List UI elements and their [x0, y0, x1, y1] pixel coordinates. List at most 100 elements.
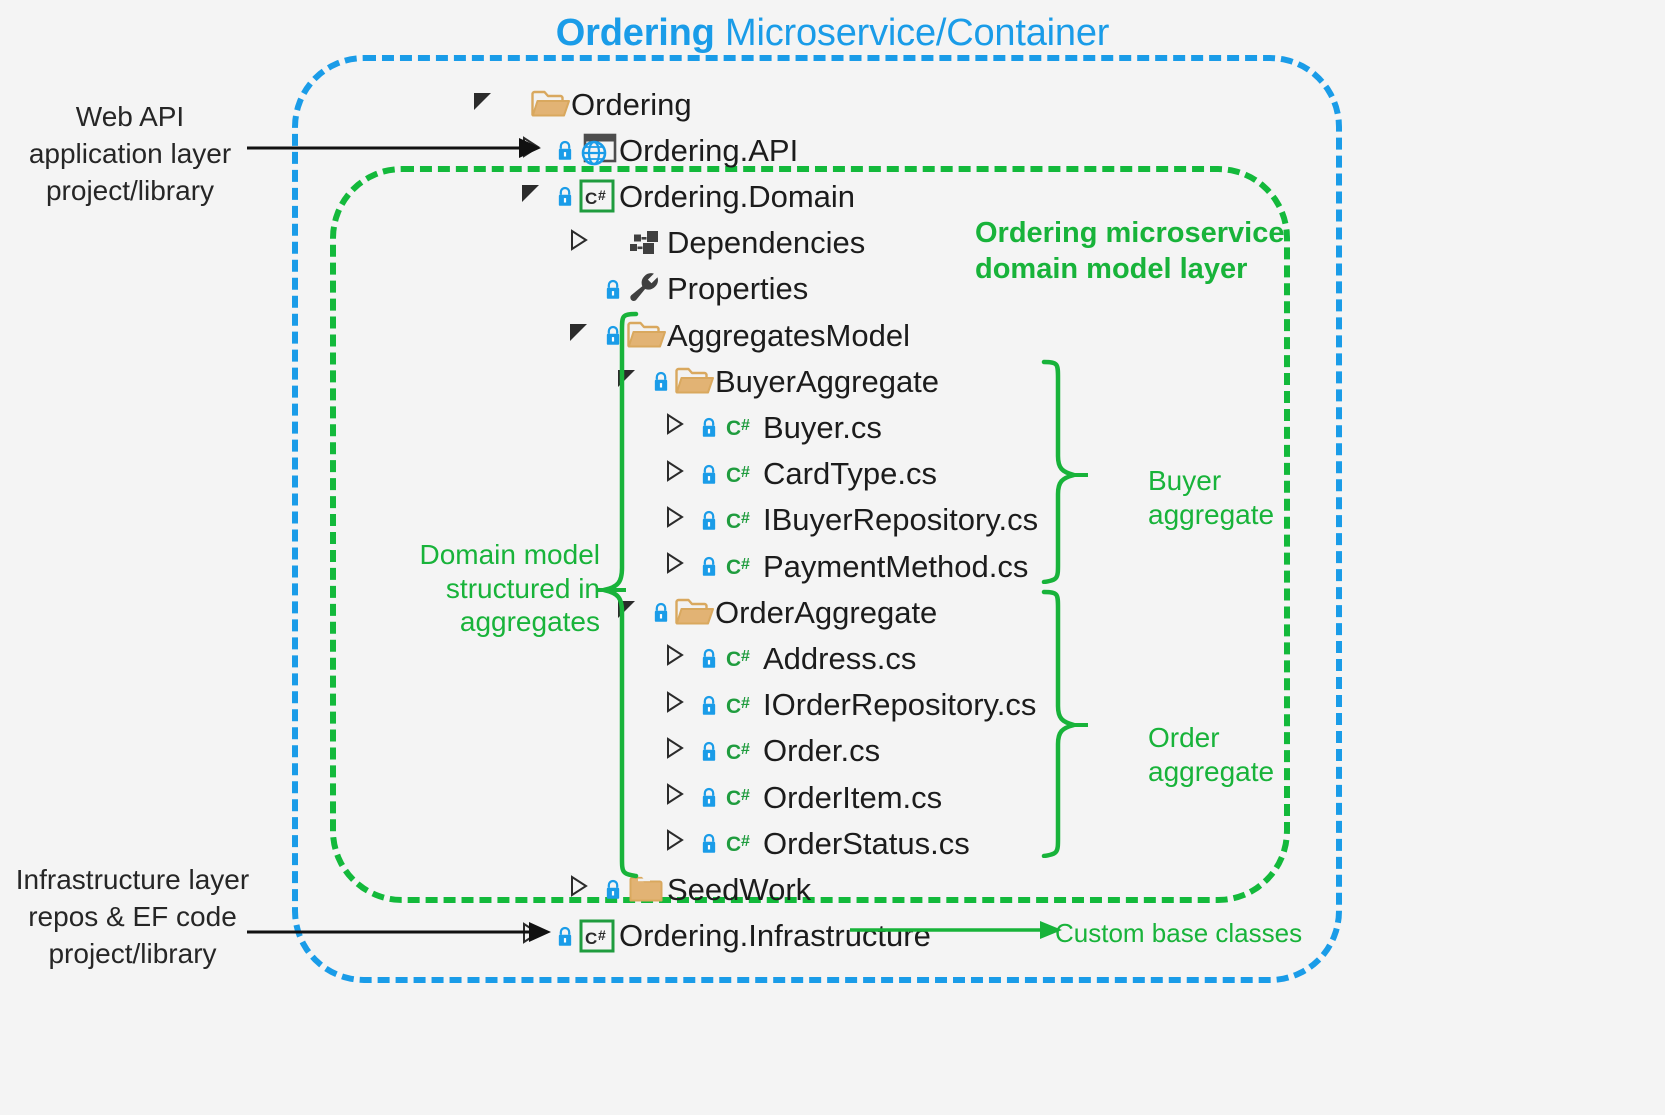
csharp-file-icon [723, 828, 763, 858]
tree-item-orderitem-cs[interactable]: OrderItem.cs [662, 777, 942, 817]
tree-item-label: SeedWork [667, 871, 812, 907]
csharp-file-icon [723, 643, 763, 673]
lock-icon [556, 138, 576, 162]
folder-open-icon [675, 366, 715, 396]
lock-icon [700, 646, 720, 670]
csharp-project-icon [579, 179, 619, 213]
page-title-bold: Ordering [555, 12, 715, 54]
chevron-collapsed-icon[interactable] [662, 504, 688, 536]
web-api-pointer-arrow [247, 138, 541, 158]
tree-item-iorderrepository-cs[interactable]: IOrderRepository.cs [662, 685, 1036, 725]
chevron-collapsed-icon[interactable] [662, 642, 688, 674]
annotation-domain-model-layer-line1: Ordering microservice [975, 217, 1285, 249]
wrench-icon [627, 273, 667, 305]
csharp-file-icon [723, 505, 763, 535]
annotation-infrastructure-line3: project/library [48, 938, 217, 970]
annotation-web-api-line3: project/library [45, 175, 215, 207]
tree-item-label: Ordering.Domain [619, 178, 856, 214]
tree-item-ordering-domain[interactable]: Ordering.Domain [518, 176, 855, 216]
annotation-infrastructure-line1: Infrastructure layer [15, 864, 250, 895]
annotation-seedwork: Custom base classes [1055, 918, 1302, 949]
annotation-order-aggregate: Order aggregate [1148, 721, 1274, 788]
tree-item-label: OrderStatus.cs [763, 825, 970, 861]
lock-placeholder [508, 92, 528, 116]
chevron-collapsed-icon[interactable] [566, 227, 592, 259]
lock-icon [604, 877, 624, 901]
csharp-file-icon [723, 551, 763, 581]
annotation-domain-model-structured: Domain model structured in aggregates [400, 538, 600, 639]
chevron-collapsed-icon[interactable] [662, 689, 688, 721]
tree-item-buyeraggregate[interactable]: BuyerAggregate [614, 361, 939, 401]
lock-icon [700, 831, 720, 855]
lock-icon [700, 693, 720, 717]
tree-item-label: Buyer.cs [763, 409, 882, 445]
tree-item-order-cs[interactable]: Order.cs [662, 731, 880, 771]
tree-item-orderaggregate[interactable]: OrderAggregate [614, 592, 937, 632]
tree-item-label: BuyerAggregate [715, 363, 940, 399]
annotation-web-api-line1: Web API [75, 101, 185, 132]
tree-item-ordering[interactable]: Ordering [470, 84, 692, 124]
annotation-seedwork-text: Custom base classes [1055, 918, 1303, 948]
chevron-collapsed-icon[interactable] [566, 873, 592, 905]
annotation-buyer-aggregate: Buyer aggregate [1148, 464, 1274, 531]
tree-item-label: Ordering.API [619, 132, 799, 168]
annotation-infrastructure-line2: repos & EF code [28, 901, 237, 933]
tree-item-label: Dependencies [667, 225, 866, 261]
order-aggregate-brace [1041, 589, 1088, 858]
chevron-expanded-icon[interactable] [470, 88, 496, 120]
chevron-expanded-icon[interactable] [518, 180, 544, 212]
annotation-order-aggregate-line1: Order [1148, 722, 1220, 753]
chevron-placeholder [566, 273, 592, 305]
buyer-aggregate-brace [1041, 359, 1088, 584]
annotation-domain-model-layer-line2: domain model layer [975, 253, 1248, 286]
csharp-file-icon [723, 690, 763, 720]
web-project-icon [579, 133, 619, 167]
annotation-buyer-aggregate-line1: Buyer [1148, 465, 1222, 496]
annotation-buyer-aggregate-line2: aggregate [1148, 498, 1275, 530]
page-title-rest: Microservice/Container [714, 12, 1110, 54]
tree-item-orderstatus-cs[interactable]: OrderStatus.cs [662, 823, 970, 863]
folder-open-icon [675, 597, 715, 627]
folder-open-icon [531, 89, 571, 119]
tree-item-label: IOrderRepository.cs [763, 687, 1037, 723]
tree-item-paymentmethod-cs[interactable]: PaymentMethod.cs [662, 546, 1028, 586]
diagram-canvas: Ordering Microservice/Container Ordering… [0, 0, 1665, 1115]
chevron-collapsed-icon[interactable] [662, 458, 688, 490]
domain-model-brace [596, 311, 639, 879]
chevron-collapsed-icon[interactable] [662, 781, 688, 813]
chevron-expanded-icon[interactable] [566, 319, 592, 351]
lock-icon [700, 462, 720, 486]
tree-item-dependencies[interactable]: Dependencies [566, 223, 865, 263]
lock-icon [652, 600, 672, 624]
annotation-domain-model-line1: Domain model [419, 539, 600, 570]
tree-item-label: PaymentMethod.cs [763, 548, 1029, 584]
chevron-collapsed-icon[interactable] [662, 550, 688, 582]
tree-item-address-cs[interactable]: Address.cs [662, 638, 916, 678]
tree-item-label: IBuyerRepository.cs [763, 502, 1039, 538]
lock-icon [652, 369, 672, 393]
dependencies-icon [627, 229, 667, 257]
annotation-web-api-line2: application layer [28, 138, 232, 170]
lock-icon [700, 739, 720, 763]
tree-item-label: CardType.cs [763, 456, 938, 492]
infrastructure-pointer-arrow [247, 922, 551, 942]
chevron-collapsed-icon[interactable] [662, 735, 688, 767]
annotation-domain-model-layer: Ordering microservice domain model layer [975, 215, 1284, 288]
tree-item-label: Properties [667, 271, 809, 307]
tree-item-properties[interactable]: Properties [566, 269, 808, 309]
tree-item-cardtype-cs[interactable]: CardType.cs [662, 454, 937, 494]
lock-placeholder [604, 231, 624, 255]
chevron-collapsed-icon[interactable] [662, 411, 688, 443]
annotation-order-aggregate-line2: aggregate [1148, 755, 1275, 787]
lock-icon [556, 184, 576, 208]
tree-item-ordering-api[interactable]: Ordering.API [518, 130, 798, 170]
tree-item-label: OrderAggregate [715, 594, 938, 630]
tree-item-ibuyerrepository-cs[interactable]: IBuyerRepository.cs [662, 500, 1038, 540]
lock-icon [700, 415, 720, 439]
csharp-file-icon [723, 412, 763, 442]
lock-icon [700, 785, 720, 809]
page-title: Ordering Microservice/Container [0, 12, 1665, 55]
tree-item-buyer-cs[interactable]: Buyer.cs [662, 407, 882, 447]
chevron-collapsed-icon[interactable] [662, 827, 688, 859]
annotation-web-api: Web API application layer project/librar… [10, 98, 250, 210]
